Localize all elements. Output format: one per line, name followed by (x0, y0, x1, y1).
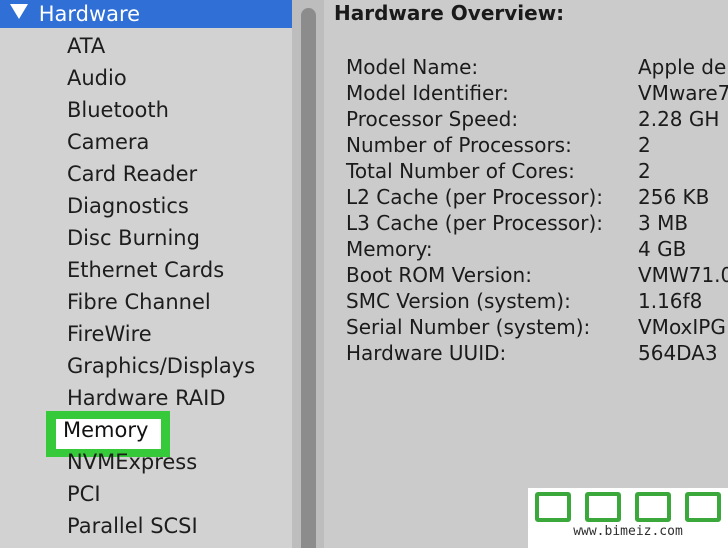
sidebar-item-label: PCI (67, 482, 101, 506)
property-value: 2 (638, 159, 651, 183)
sidebar-item-ata[interactable]: ATA (0, 30, 292, 62)
property-key: L3 Cache (per Processor): (346, 211, 604, 235)
sidebar-item-label: Bluetooth (67, 98, 169, 122)
sidebar-item-disc-burning[interactable]: Disc Burning (0, 222, 292, 254)
property-key: Hardware UUID: (346, 341, 507, 365)
property-value: 1.16f8 (638, 289, 703, 313)
sidebar-item-label: NVMExpress (67, 450, 198, 474)
sidebar-item-hardware-raid[interactable]: Hardware RAID (0, 382, 292, 414)
sidebar: Hardware ATA Audio Bluetooth Camera Card… (0, 0, 292, 548)
property-row: Boot ROM Version: VMW71.0 (346, 262, 728, 288)
property-key: Model Identifier: (346, 81, 509, 105)
sidebar-item-parallel-scsi[interactable]: Parallel SCSI (0, 510, 292, 542)
sidebar-item-label: Hardware RAID (67, 386, 226, 410)
sidebar-item-label: FireWire (67, 322, 152, 346)
sidebar-item-nvmexpress[interactable]: NVMExpress (0, 446, 292, 478)
sidebar-item-label: Diagnostics (67, 194, 189, 218)
sidebar-item-label: Card Reader (67, 162, 198, 186)
property-key: Serial Number (system): (346, 315, 591, 339)
property-row: Memory: 4 GB (346, 236, 728, 262)
property-key: Boot ROM Version: (346, 263, 532, 287)
sidebar-item-label: Camera (67, 130, 150, 154)
watermark-glyph-icon (635, 492, 671, 522)
property-key: SMC Version (system): (346, 289, 571, 313)
property-value: VMW71.0 (638, 263, 728, 287)
sidebar-item-firewire[interactable]: FireWire (0, 318, 292, 350)
sidebar-item-ethernet-cards[interactable]: Ethernet Cards (0, 254, 292, 286)
property-row: L3 Cache (per Processor): 3 MB (346, 210, 728, 236)
property-row: Model Name: Apple de (346, 54, 728, 80)
property-value: Apple de (638, 55, 727, 79)
watermark-logo: www.bimeiz.com (528, 488, 728, 548)
sidebar-header-hardware[interactable]: Hardware (0, 0, 292, 28)
sidebar-item-label: Audio (67, 66, 127, 90)
property-row: Hardware UUID: 564DA3 (346, 340, 728, 366)
sidebar-item-label: Graphics/Displays (67, 354, 256, 378)
watermark-glyph-icon (535, 492, 571, 522)
sidebar-item-audio[interactable]: Audio (0, 62, 292, 94)
sidebar-item-memory[interactable]: Memory (0, 411, 292, 457)
sidebar-item-label: Ethernet Cards (67, 258, 225, 282)
sidebar-item-camera[interactable]: Camera (0, 126, 292, 158)
property-row: L2 Cache (per Processor): 256 KB (346, 184, 728, 210)
property-key: Processor Speed: (346, 107, 519, 131)
property-row: Model Identifier: VMware7 (346, 80, 728, 106)
property-value: 564DA3 (638, 341, 718, 365)
property-key: L2 Cache (per Processor): (346, 185, 604, 209)
watermark-glyphs (528, 492, 728, 522)
watermark-glyph-icon (585, 492, 621, 522)
sidebar-list: ATA Audio Bluetooth Camera Card Reader D… (0, 30, 292, 542)
watermark-glyph-icon (685, 492, 721, 522)
property-value: 256 KB (638, 185, 710, 209)
property-row: Serial Number (system): VMoxIPG (346, 314, 728, 340)
sidebar-item-bluetooth[interactable]: Bluetooth (0, 94, 292, 126)
sidebar-item-fibre-channel[interactable]: Fibre Channel (0, 286, 292, 318)
sidebar-item-label: ATA (67, 34, 106, 58)
property-key: Model Name: (346, 55, 479, 79)
property-value: 4 GB (638, 237, 687, 261)
sidebar-item-pci[interactable]: PCI (0, 478, 292, 510)
system-information-window: Hardware ATA Audio Bluetooth Camera Card… (0, 0, 728, 548)
sidebar-item-label: Parallel SCSI (67, 514, 198, 538)
property-key: Number of Processors: (346, 133, 572, 157)
watermark-url: www.bimeiz.com (573, 524, 683, 539)
property-value: 3 MB (638, 211, 689, 235)
sidebar-item-label: Memory (63, 418, 149, 442)
disclosure-triangle-icon[interactable] (10, 4, 28, 19)
property-row: Total Number of Cores: 2 (346, 158, 728, 184)
sidebar-item-graphics-displays[interactable]: Graphics/Displays (0, 350, 292, 382)
detail-pane: Hardware Overview: Model Name: Apple de M… (324, 0, 728, 548)
property-value: 2 (638, 133, 651, 157)
sidebar-item-diagnostics[interactable]: Diagnostics (0, 190, 292, 222)
property-key: Total Number of Cores: (346, 159, 575, 183)
property-row: Processor Speed: 2.28 GH (346, 106, 728, 132)
sidebar-item-label: Fibre Channel (67, 290, 211, 314)
property-key: Memory: (346, 237, 433, 261)
sidebar-header-label: Hardware (38, 2, 141, 26)
overview-title: Hardware Overview: (334, 1, 565, 25)
sidebar-item-card-reader[interactable]: Card Reader (0, 158, 292, 190)
sidebar-item-label: Disc Burning (67, 226, 200, 250)
property-row: SMC Version (system): 1.16f8 (346, 288, 728, 314)
property-value: VMware7 (638, 81, 728, 105)
property-value: VMoxIPG (638, 315, 726, 339)
property-row: Number of Processors: 2 (346, 132, 728, 158)
property-value: 2.28 GH (638, 107, 720, 131)
overview-properties: Model Name: Apple de Model Identifier: VMw… (346, 54, 728, 366)
sidebar-scrollbar-thumb[interactable] (301, 8, 316, 548)
